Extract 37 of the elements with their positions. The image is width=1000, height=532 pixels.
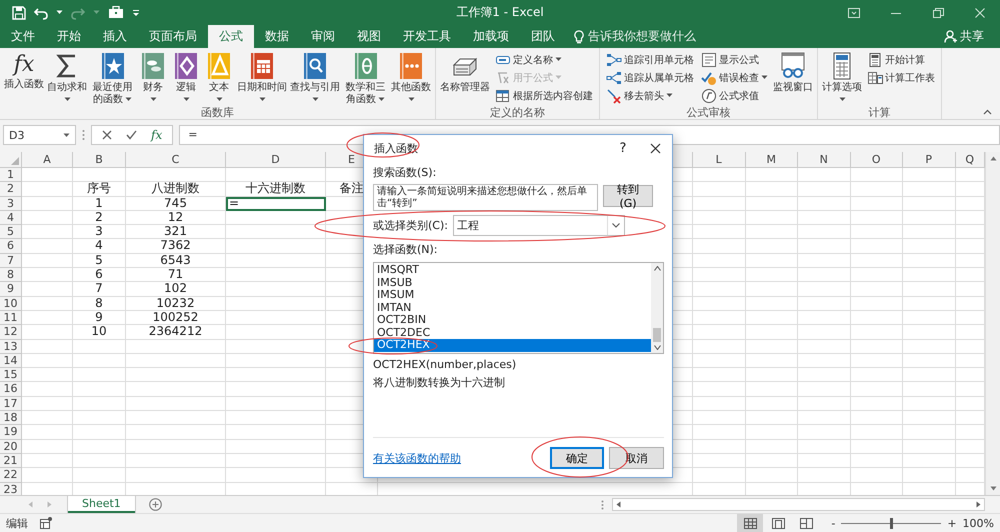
table-cell: 10232 (126, 296, 226, 311)
status-text: 编辑 (6, 516, 28, 530)
table-cell: 4 (73, 239, 126, 254)
table-cell: 102 (126, 282, 226, 297)
table-cell: = (226, 196, 326, 211)
group-label: 定义的名称 (490, 107, 545, 119)
table-cell: 321 (126, 225, 226, 240)
table-cell: 2 (73, 210, 126, 226)
field-label: 搜索函数(S): (373, 165, 438, 180)
function-signature: OCT2HEX(number,places) (373, 358, 518, 371)
table-cell: 1 (73, 196, 126, 211)
table-cell: 2364212 (126, 325, 226, 340)
group-label: 公式审核 (686, 107, 730, 119)
table-cell: 7 (73, 282, 126, 297)
fx-icon: fx (14, 51, 34, 79)
table-cell: 9 (73, 310, 126, 326)
field-label: 或选择类别(C): (373, 218, 448, 233)
table-cell: 5 (73, 254, 126, 268)
table-cell: 71 (126, 268, 226, 282)
window-title: 工作簿1 - Excel (456, 4, 544, 21)
field-label: 选择函数(N): (373, 242, 439, 257)
table-cell: 3 (73, 225, 126, 240)
table-cell: 100252 (126, 310, 226, 326)
share-label: 共享 (960, 28, 984, 45)
table-cell: 序号 (73, 182, 126, 197)
function-description: 将八进制数转换为十六进制 (373, 375, 506, 390)
group-label: 计算 (868, 107, 890, 119)
table-cell: 10 (73, 325, 126, 340)
table-cell: 7362 (126, 239, 226, 254)
table-cell: 八进制数 (126, 182, 226, 197)
table-cell: 745 (126, 196, 226, 211)
table-cell: 6 (73, 268, 126, 282)
table-cell: 6543 (126, 254, 226, 268)
table-cell: 十六进制数 (226, 182, 326, 197)
table-cell: 12 (126, 210, 226, 226)
group-label: 函数库 (201, 107, 234, 119)
table-cell: 8 (73, 296, 126, 311)
